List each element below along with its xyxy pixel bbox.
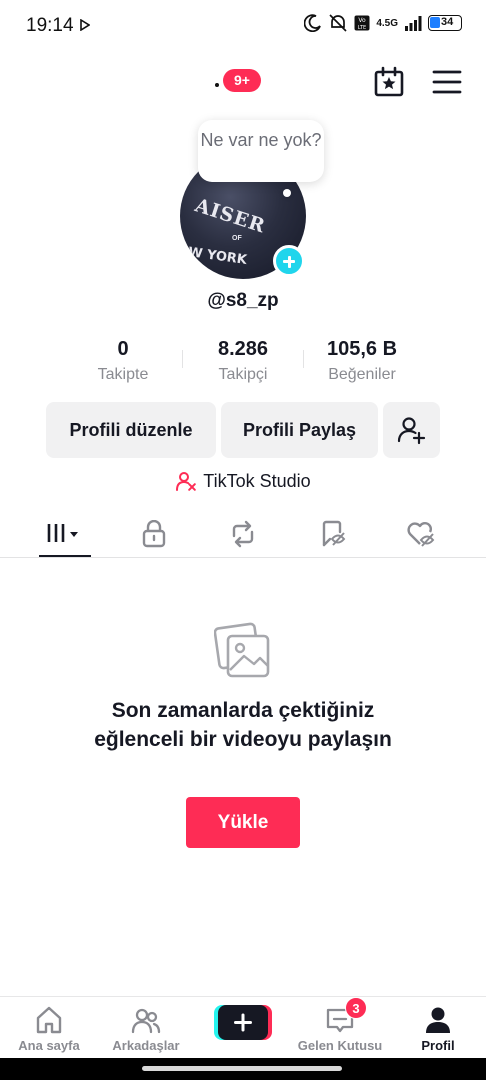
top-nav: 9+	[0, 52, 486, 112]
add-user-icon	[397, 417, 425, 445]
avatar-print-of: OF	[232, 235, 242, 242]
mute-bell-icon	[329, 14, 347, 32]
tab-private[interactable]	[128, 516, 180, 552]
stat-value: 105,6 B	[326, 338, 398, 360]
photo-gallery-icon	[214, 622, 270, 678]
tab-liked[interactable]	[395, 516, 447, 552]
stat-label: Beğeniler	[328, 366, 396, 383]
nav-label: Ana sayfa	[18, 1038, 80, 1053]
inbox-badge: 3	[345, 997, 367, 1019]
upload-button[interactable]: Yükle	[186, 797, 300, 848]
stat-value: 0	[117, 338, 129, 360]
videos-grid-icon	[47, 524, 78, 542]
account-switch-dot[interactable]	[215, 83, 219, 87]
battery-indicator: 34	[428, 15, 462, 31]
notification-badge[interactable]: 9+	[223, 69, 261, 92]
nav-friends[interactable]: Arkadaşlar	[106, 997, 186, 1059]
status-bubble[interactable]: Ne var ne yok?	[198, 120, 324, 182]
status-bar: 19:14 Vo LTE 4.5G 34	[0, 0, 486, 52]
add-friends-button[interactable]	[383, 402, 440, 458]
nav-label: Profil	[421, 1038, 455, 1053]
stat-likes[interactable]: 105,6 B Beğeniler	[302, 337, 422, 384]
repost-icon	[232, 520, 254, 548]
stat-followers[interactable]: 8.286 Takipçi	[183, 337, 303, 384]
svg-text:LTE: LTE	[358, 25, 366, 31]
profile-stats: 0 Takipte 8.286 Takipçi 105,6 B Beğenile…	[0, 337, 486, 389]
tab-favorites[interactable]	[307, 516, 359, 552]
media-play-icon	[80, 19, 90, 31]
tiktok-studio-link[interactable]: TikTok Studio	[0, 469, 486, 493]
home-icon	[36, 1006, 62, 1034]
username: @s8_zp	[207, 290, 279, 311]
stat-value: 8.286	[217, 338, 269, 360]
network-type: 4.5G	[376, 17, 398, 29]
system-gesture-area	[0, 1058, 486, 1080]
add-avatar-button[interactable]	[273, 245, 305, 277]
volte-icon: VoLTE	[354, 15, 370, 31]
battery-level: 34	[441, 16, 454, 28]
avatar-print-text: AISER	[192, 194, 269, 238]
lock-icon	[142, 520, 166, 548]
stat-label: Takipçi	[218, 366, 268, 383]
bottom-nav: Ana sayfa Arkadaşlar Gelen Kutusu 3 Prof…	[0, 996, 486, 1058]
empty-state-message: Son zamanlarda çektiğiniz eğlenceli bir …	[94, 699, 392, 751]
favorites-hidden-icon	[322, 520, 346, 547]
signal-icon	[405, 16, 422, 31]
active-tab-indicator	[39, 555, 91, 557]
moon-icon	[304, 14, 322, 32]
nav-profile[interactable]: Profil	[404, 997, 472, 1059]
bubble-tail	[283, 189, 291, 197]
studio-label: TikTok Studio	[203, 470, 311, 491]
svg-text:Vo: Vo	[359, 17, 367, 24]
tab-reposts[interactable]	[217, 516, 269, 552]
friends-icon	[131, 1008, 161, 1034]
nav-home[interactable]: Ana sayfa	[10, 997, 88, 1059]
tab-videos[interactable]	[39, 516, 91, 552]
nav-label: Arkadaşlar	[112, 1038, 180, 1053]
nav-inbox[interactable]: Gelen Kutusu	[294, 997, 386, 1059]
stat-label: Takipte	[97, 366, 149, 383]
edit-profile-button[interactable]: Profili düzenle	[46, 402, 216, 458]
avatar-print-text-2: W YORK	[187, 244, 248, 269]
status-icons: Vo LTE 4.5G 34	[304, 14, 462, 32]
home-gesture-bar[interactable]	[142, 1066, 342, 1071]
profile-icon	[426, 1007, 450, 1033]
stat-following[interactable]: 0 Takipte	[63, 337, 183, 384]
nav-label: Gelen Kutusu	[297, 1038, 383, 1053]
calendar-star-icon[interactable]	[373, 66, 405, 98]
profile-tabs	[0, 510, 486, 558]
battery-fill	[430, 17, 440, 28]
liked-hidden-icon	[407, 521, 435, 547]
studio-user-icon	[176, 472, 197, 491]
status-time: 19:14	[26, 15, 74, 36]
share-profile-button[interactable]: Profili Paylaş	[221, 402, 378, 458]
create-button[interactable]	[214, 1005, 272, 1040]
hamburger-menu-icon[interactable]	[432, 68, 462, 96]
